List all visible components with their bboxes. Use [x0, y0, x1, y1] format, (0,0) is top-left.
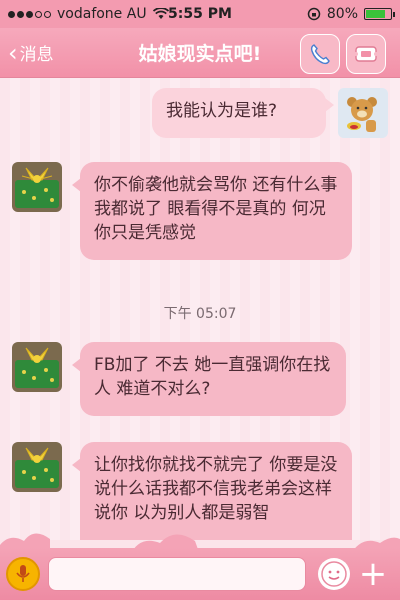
battery-icon [364, 8, 395, 20]
phone-icon [310, 44, 330, 65]
input-bar: + [0, 548, 400, 600]
contact-avatar[interactable] [12, 442, 62, 492]
back-button[interactable]: ‹ 消息 [0, 38, 80, 67]
call-button[interactable] [300, 34, 340, 74]
voice-button[interactable] [6, 557, 40, 591]
profile-button[interactable] [346, 34, 386, 74]
plus-icon: + [358, 554, 388, 594]
message-text: 让你找你就找不就完了 你要是没说什么话我都不信我老弟会这样说你 以为别人都是弱智 [94, 455, 338, 523]
battery-percent: 80% [326, 6, 358, 22]
message-bubble-incoming[interactable]: FB加了 不去 她一直强调你在找人 难道不对么? [72, 342, 346, 416]
message-text: 我能认为是谁? [166, 101, 278, 121]
contact-avatar[interactable] [12, 162, 62, 212]
status-bar: vodafone AU 5:55 PM 80% [0, 0, 400, 28]
message-text: FB加了 不去 她一直强调你在找人 难道不对么? [94, 355, 331, 399]
smiley-icon [321, 561, 347, 587]
rotation-lock-icon [307, 7, 321, 21]
nav-header: ‹ 消息 姑娘现实点吧! [0, 28, 400, 78]
wifi-icon [152, 8, 169, 19]
message-text: 你不偷袭他就会骂你 还有什么事 我都说了 眼看得不是真的 何况你只是凭感觉 [94, 175, 338, 243]
my-avatar[interactable] [338, 88, 388, 138]
chevron-left-icon: ‹ [8, 38, 18, 67]
message-bubble-incoming[interactable]: 让你找你就找不就完了 你要是没说什么话我都不信我老弟会这样说你 以为别人都是弱智 [72, 442, 352, 540]
emoji-button[interactable] [318, 558, 350, 590]
chat-area[interactable]: 我能认为是谁? 你不偷袭他就会骂你 还有什么事 我都说了 眼看得不是真的 何况你… [0, 78, 400, 540]
back-label: 消息 [19, 45, 54, 65]
microphone-icon [16, 565, 30, 582]
contact-card-icon [354, 46, 378, 62]
message-bubble-outgoing[interactable]: 我能认为是谁? [152, 88, 334, 138]
message-timestamp: 下午 05:07 [163, 306, 237, 322]
add-attachment-button[interactable]: + [358, 554, 388, 594]
carrier-label: vodafone AU [57, 6, 147, 22]
contact-avatar[interactable] [12, 342, 62, 392]
signal-strength-icon [8, 10, 51, 18]
message-bubble-incoming[interactable]: 你不偷袭他就会骂你 还有什么事 我都说了 眼看得不是真的 何况你只是凭感觉 [72, 162, 352, 260]
message-input[interactable] [48, 557, 306, 591]
